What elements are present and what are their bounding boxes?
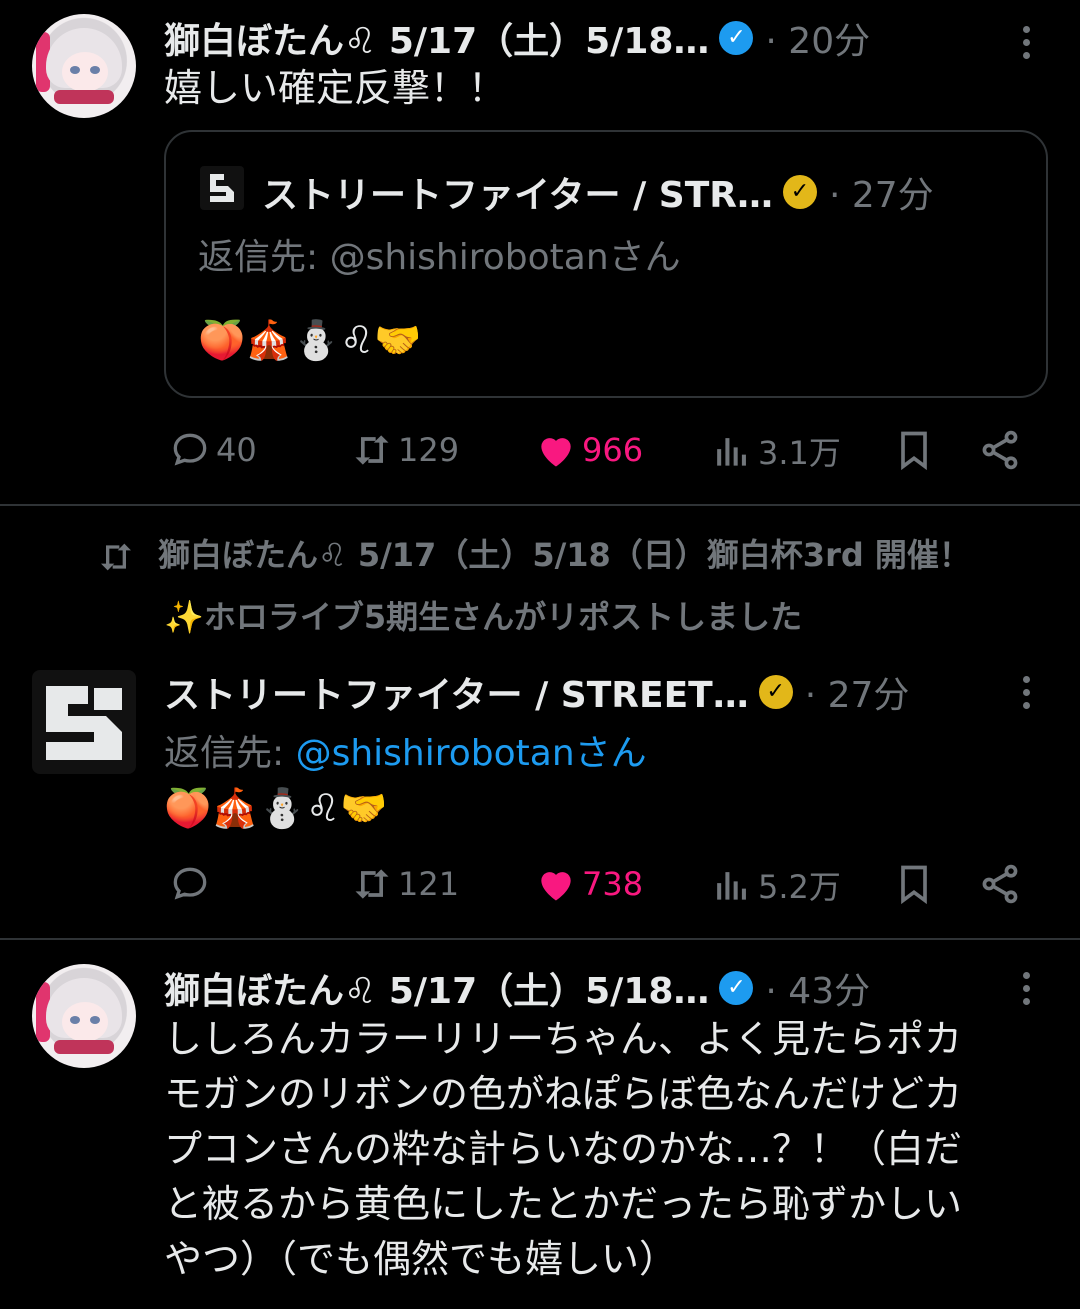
- reply-handle-link[interactable]: @shishirobotanさん: [296, 733, 647, 774]
- tweet2-actions: 121 738 5.2万: [164, 862, 1024, 912]
- avatar-eye: [90, 1016, 100, 1024]
- reply-prefix: 返信先:: [164, 733, 296, 774]
- repost-button[interactable]: 129: [350, 428, 459, 472]
- reply-icon: [173, 867, 207, 900]
- views-icon: [717, 872, 746, 900]
- more-icon[interactable]: [1023, 26, 1031, 65]
- like-count: 966: [582, 431, 644, 469]
- more-icon[interactable]: [1023, 972, 1031, 1011]
- avatar-face: [62, 1002, 108, 1042]
- quote-author-name[interactable]: ストリートファイター / STR…: [262, 166, 773, 218]
- verified-icon: ✓: [758, 675, 793, 709]
- quote-time: · 27分: [828, 175, 934, 216]
- view-count: 3.1万: [758, 434, 841, 472]
- avatar-shishiro-botan[interactable]: [32, 964, 136, 1068]
- tweet-time[interactable]: · 20分: [765, 12, 870, 64]
- share-icon: [982, 430, 1018, 470]
- share-icon: [982, 864, 1018, 904]
- streetfighter-avatar[interactable]: [32, 670, 136, 774]
- bookmark-button[interactable]: [892, 862, 940, 906]
- repost-banner[interactable]: 獅白ぼたん♌ 5/17（土）5/18（日）獅白杯3rd 開催！: [96, 530, 971, 577]
- verified-icon: ✓: [719, 971, 754, 1005]
- quote-emojis: 🍑🎪⛄♌🤝: [198, 318, 422, 362]
- tweet-time[interactable]: · 43分: [765, 962, 870, 1014]
- share-button[interactable]: [978, 428, 1026, 472]
- tweet-time[interactable]: · 27分: [805, 666, 910, 718]
- streetfighter-logo: [46, 686, 122, 760]
- avatar-eye: [70, 66, 80, 74]
- reply-icon: [173, 433, 207, 466]
- divider: [0, 504, 1080, 506]
- reply-button[interactable]: 40: [168, 428, 257, 472]
- divider: [0, 938, 1080, 940]
- author-name-suffix[interactable]: ♌ 5/17（土）5/18…: [344, 12, 709, 64]
- like-button[interactable]: 738: [534, 862, 643, 906]
- avatar-scarf: [54, 1040, 114, 1054]
- tweet2-header: ストリートファイター / STREET… ✓ · 27分: [164, 666, 909, 718]
- views-icon: [717, 438, 746, 466]
- reply-button[interactable]: [168, 862, 216, 906]
- avatar-scarf: [54, 90, 114, 104]
- avatar-eye: [70, 1016, 80, 1024]
- share-button[interactable]: [978, 862, 1026, 906]
- tweet-emojis: 🍑🎪⛄♌🤝: [164, 786, 388, 830]
- views-button[interactable]: 5.2万: [710, 862, 841, 908]
- repost-banner-line2: ✨ホロライブ5期生さんがリポストしました: [164, 598, 803, 636]
- repost-icon: [355, 435, 389, 465]
- reply-prefix: 返信先:: [198, 237, 330, 278]
- author-name[interactable]: 獅白ぼたん: [164, 962, 344, 1014]
- more-icon[interactable]: [1023, 676, 1031, 715]
- reply-count: 40: [216, 431, 257, 469]
- repost-banner-line1: 獅白ぼたん♌ 5/17（土）5/18（日）獅白杯3rd 開催！: [158, 536, 971, 574]
- reply-to: 返信先: @shishirobotanさん: [164, 724, 647, 776]
- avatar-face: [62, 52, 108, 92]
- avatar-shishiro-botan[interactable]: [32, 14, 136, 118]
- reply-handle: @shishirobotanさん: [329, 237, 681, 278]
- quote-header: ストリートファイター / STR… ✓ · 27分: [262, 166, 934, 218]
- bookmark-button[interactable]: [892, 428, 940, 472]
- repost-icon: [101, 543, 131, 571]
- like-icon: [541, 872, 571, 901]
- streetfighter-logo: [200, 166, 244, 210]
- tweet-text: ししろんカラーリリーちゃん、よく見たらポカ モガンのリボンの色がねぽらぼ色なんだ…: [164, 1017, 963, 1281]
- verified-icon: ✓: [782, 175, 817, 209]
- tweet-text: 嬉しい確定反撃！！: [164, 66, 507, 110]
- verified-icon: ✓: [719, 21, 754, 55]
- author-name[interactable]: ストリートファイター / STREET…: [164, 666, 749, 718]
- tweet3-header: 獅白ぼたん ♌ 5/17（土）5/18… ✓ · 43分: [164, 962, 870, 1014]
- repost-button[interactable]: 121: [350, 862, 459, 906]
- author-name[interactable]: 獅白ぼたん: [164, 12, 344, 64]
- bookmark-icon: [901, 865, 927, 905]
- author-name-suffix[interactable]: ♌ 5/17（土）5/18…: [344, 962, 709, 1014]
- bookmark-icon: [901, 431, 927, 471]
- repost-count: 121: [398, 865, 460, 903]
- like-count: 738: [582, 865, 644, 903]
- view-count: 5.2万: [758, 868, 841, 906]
- tweet1-header: 獅白ぼたん ♌ 5/17（土）5/18… ✓ · 20分: [164, 12, 870, 64]
- repost-count: 129: [398, 431, 460, 469]
- like-button[interactable]: 966: [534, 428, 643, 472]
- quote-tweet[interactable]: ストリートファイター / STR… ✓ · 27分 返信先: @shishiro…: [164, 130, 1048, 398]
- quote-reply-to: 返信先: @shishirobotanさん: [198, 228, 681, 280]
- like-icon: [541, 438, 571, 467]
- views-button[interactable]: 3.1万: [710, 428, 841, 474]
- repost-icon: [355, 869, 389, 899]
- avatar-eye: [90, 66, 100, 74]
- tweet1-actions: 40 129 966 3.1万: [164, 428, 1024, 478]
